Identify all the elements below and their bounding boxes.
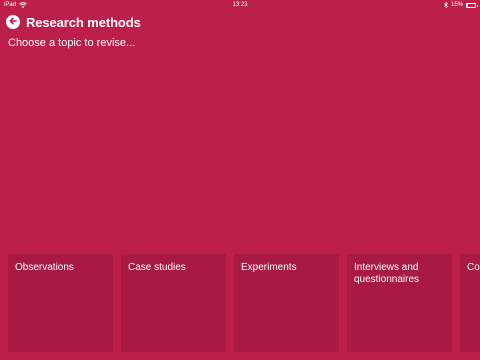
back-button[interactable]	[6, 15, 20, 29]
topic-tile-observations[interactable]: Observations	[8, 254, 113, 352]
topic-tile-interviews-and-questionnaires[interactable]: Interviews and questionnaires	[347, 254, 452, 352]
topic-label: Co	[467, 262, 480, 273]
battery-percent: 15%	[450, 2, 463, 8]
subtitle: Choose a topic to revise...	[8, 37, 136, 49]
topic-label: Observations	[15, 262, 74, 273]
status-bar: iPad 13:23 15%	[0, 0, 480, 10]
status-time: 13:23	[232, 2, 248, 8]
topic-tiles: Observations Case studies Experiments In…	[8, 254, 480, 352]
bluetooth-icon	[444, 2, 448, 8]
topic-label: Case studies	[128, 262, 186, 273]
topic-label: Experiments	[241, 262, 297, 273]
topic-tile-partial[interactable]: Co	[460, 254, 480, 352]
back-arrow-icon	[8, 13, 18, 31]
page-title: Research methods	[26, 14, 141, 30]
status-right: 15%	[444, 0, 478, 10]
topic-tile-case-studies[interactable]: Case studies	[121, 254, 226, 352]
topic-tile-experiments[interactable]: Experiments	[234, 254, 339, 352]
battery-icon	[466, 2, 478, 8]
header: Research methods	[6, 13, 141, 31]
topic-label: Interviews and questionnaires	[354, 262, 420, 285]
